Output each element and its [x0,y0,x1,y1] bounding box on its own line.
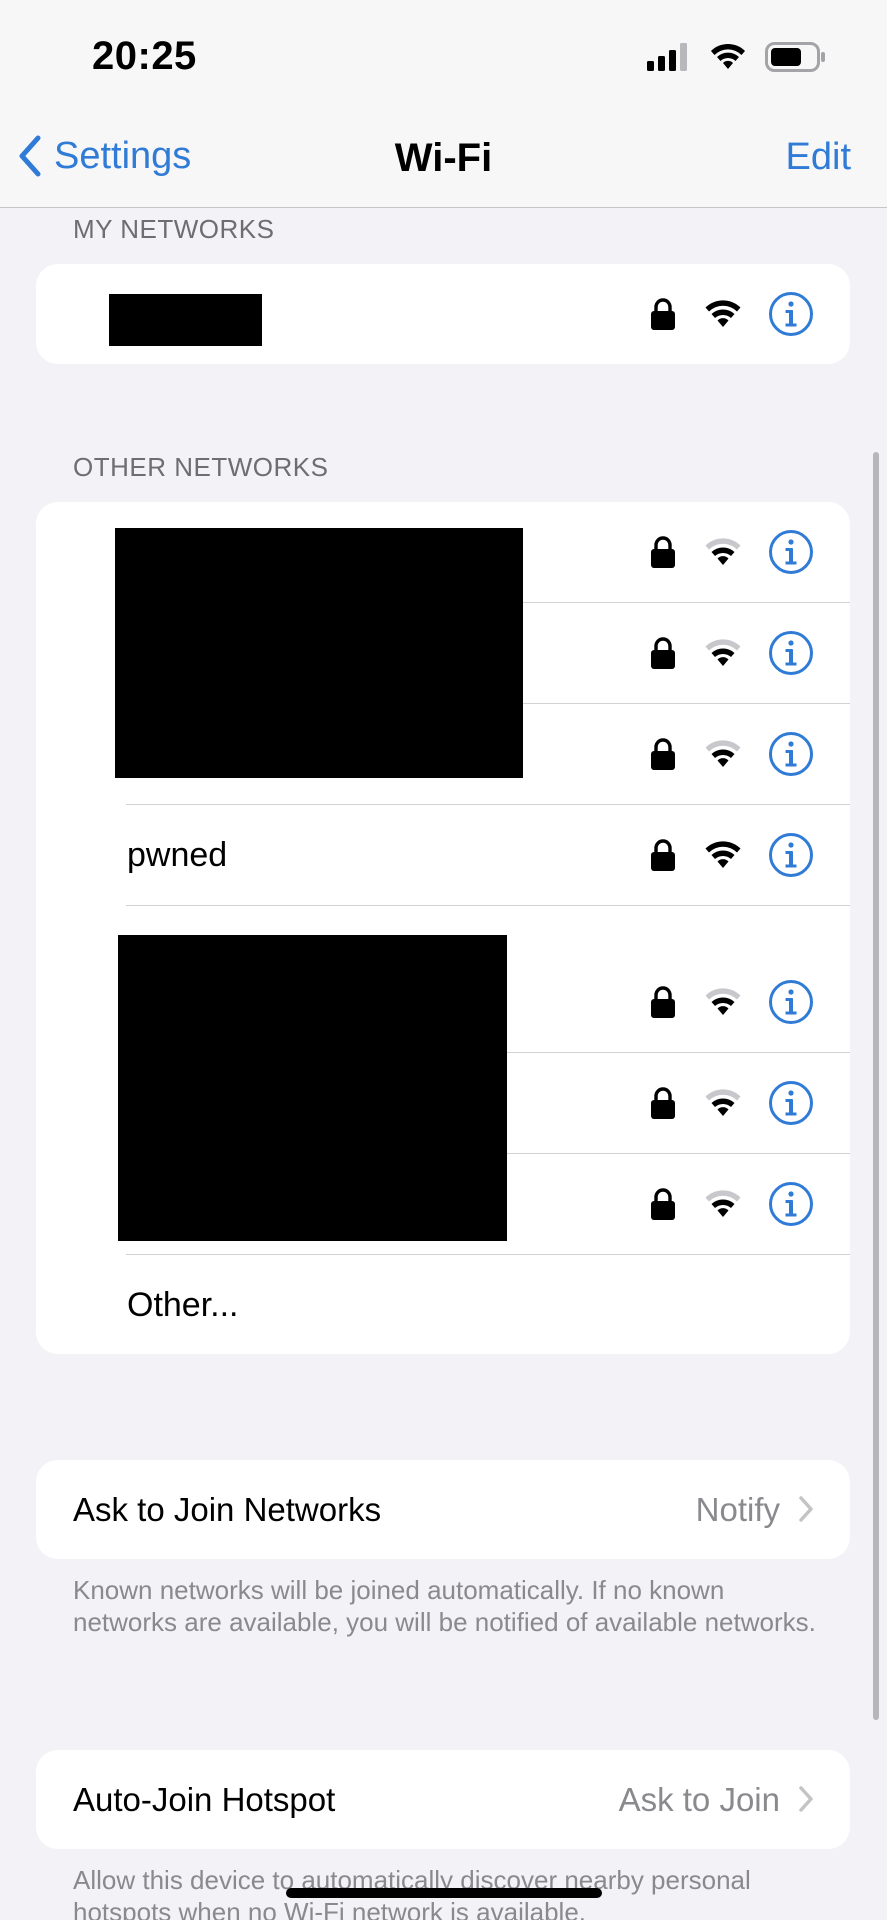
other-networks-card: pwned Other... [36,502,850,1354]
network-row-icons [650,1181,814,1227]
info-icon[interactable] [768,731,814,777]
ask-to-join-card: Ask to Join Networks Notify [36,1460,850,1559]
wifi-weak-icon [705,740,741,767]
info-icon[interactable] [768,1080,814,1126]
network-row[interactable] [36,264,850,364]
network-row[interactable]: pwned [36,805,850,906]
wifi-status-icon [711,43,745,69]
network-row-icons [650,731,814,777]
redacted-network-name [109,294,262,346]
wifi-weak-icon [705,988,741,1015]
home-indicator[interactable] [286,1888,602,1898]
network-row-icons [650,832,814,878]
lock-icon [651,738,675,770]
other-networks-header: OTHER NETWORKS [73,452,329,482]
lock-icon [651,1087,675,1119]
lock-icon [651,536,675,568]
wifi-weak-icon [705,1190,741,1217]
network-name: pwned [127,836,228,874]
info-icon[interactable] [768,291,814,337]
wifi-strong-icon [705,841,741,868]
my-networks-header: MY NETWORKS [73,214,275,244]
lock-icon [651,986,675,1018]
other-network-label: Other... [127,1286,239,1324]
info-icon[interactable] [768,529,814,575]
ask-to-join-row[interactable]: Ask to Join Networks Notify [36,1460,850,1559]
battery-icon [765,42,825,72]
other-network-row[interactable]: Other... [36,1255,850,1354]
ask-to-join-value: Notify [695,1491,780,1528]
auto-join-hotspot-card: Auto-Join Hotspot Ask to Join [36,1750,850,1849]
info-icon[interactable] [768,1181,814,1227]
wifi-weak-icon [705,538,741,565]
redacted-network-names [118,935,507,1241]
auto-join-hotspot-value: Ask to Join [618,1781,780,1818]
info-icon[interactable] [768,832,814,878]
lock-icon [651,298,675,330]
lock-icon [651,839,675,871]
wifi-weak-icon [705,639,741,666]
status-time: 20:25 [92,34,197,78]
cellular-signal-icon [647,43,687,71]
ask-to-join-footnote: Known networks will be joined automatica… [73,1575,816,1637]
lock-icon [651,1188,675,1220]
chevron-right-icon [799,1786,813,1812]
network-row-icons [650,1080,814,1126]
ask-to-join-label: Ask to Join Networks [73,1491,382,1528]
network-row-icons [650,529,814,575]
network-row-icons [650,979,814,1025]
edit-button[interactable]: Edit [786,136,851,179]
status-icons [647,42,827,72]
lock-icon [651,637,675,669]
chevron-right-icon [799,1496,813,1522]
redacted-network-names [115,528,523,778]
info-icon[interactable] [768,979,814,1025]
auto-join-hotspot-label: Auto-Join Hotspot [73,1781,336,1818]
status-bar: 20:25 [0,0,887,118]
page-title: Wi-Fi [394,136,493,180]
auto-join-hotspot-row[interactable]: Auto-Join Hotspot Ask to Join [36,1750,850,1849]
network-row-icons [650,291,814,337]
my-networks-card [36,264,850,364]
info-icon[interactable] [768,630,814,676]
network-row-icons [650,630,814,676]
scrollbar[interactable] [873,452,879,1720]
wifi-strong-icon [705,300,741,327]
navigation-bar: Settings Wi-Fi Edit [0,118,887,208]
wifi-weak-icon [705,1089,741,1116]
